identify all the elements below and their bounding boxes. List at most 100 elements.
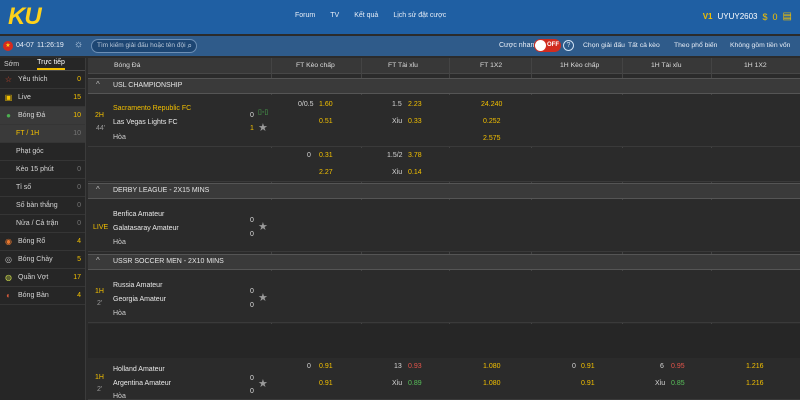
site-logo[interactable]: KU [8, 3, 42, 31]
hdp-line: 0/0.5 [298, 101, 314, 108]
col-1h-over-under: 1H Tài xỉu [651, 62, 682, 69]
x12-away-odds[interactable]: 0.252 [483, 118, 501, 125]
match-row [88, 95, 800, 147]
odds-format-dropdown[interactable]: Không gồm tiền vốn [730, 42, 790, 49]
alt-hdp-home-odds[interactable]: 0.31 [319, 152, 333, 159]
hdp-away-odds[interactable]: 0.91 [319, 380, 333, 387]
toggle-knob [535, 40, 546, 51]
collapse-icon[interactable]: ^ [96, 185, 100, 194]
hdp-away-odds[interactable]: 0.51 [319, 118, 333, 125]
h1-hdp-away-odds[interactable]: 0.91 [581, 380, 595, 387]
hdp-home-odds[interactable]: 1.60 [319, 101, 333, 108]
ou-over-odds[interactable]: 2.23 [408, 101, 422, 108]
alt-hdp-away-odds[interactable]: 2.27 [319, 169, 333, 176]
sort-popular-dropdown[interactable]: Theo phổ biến [674, 42, 717, 49]
sidebar-item-count: 4 [77, 238, 81, 245]
select-league-button[interactable]: Chọn giải đấu [583, 42, 625, 49]
sidebar-subitem-corners[interactable]: Phạt góc [0, 143, 85, 161]
home-score: 0 [250, 112, 254, 119]
col-sport: Bóng Đá [114, 62, 141, 69]
sidebar-item-live[interactable]: ▣ Live 15 [0, 89, 85, 107]
x12-draw-odds[interactable]: 2.575 [483, 135, 501, 142]
alt-ou-under-odds[interactable]: 0.14 [408, 169, 422, 176]
collapse-icon[interactable]: ^ [96, 80, 100, 89]
search-icon[interactable]: ⌕ [188, 41, 192, 51]
search-input[interactable]: Tìm kiếm giải đấu hoặc tên đội ⌕ [91, 39, 197, 53]
sidebar-item-favorites[interactable]: ☆ Yêu thích 0 [0, 71, 85, 89]
pingpong-icon: ◐ [6, 291, 11, 300]
sidebar-item-label: Bóng Bàn [18, 292, 49, 299]
sidebar-item-label: Bóng Rổ [18, 238, 46, 245]
hdp-home-odds[interactable]: 0.91 [319, 363, 333, 370]
league-header[interactable]: ^ USSR SOCCER MEN - 2X10 MINS [88, 254, 800, 270]
collapse-icon[interactable]: ^ [96, 256, 100, 265]
h1-x12-home-odds[interactable]: 1.216 [746, 363, 764, 370]
alt-ou-under-label: Xỉu [392, 169, 403, 176]
nav-results[interactable]: Kết quả [354, 12, 378, 19]
col-ft-over-under: FT Tài xỉu [388, 62, 418, 69]
vietnam-flag-icon: ★ [3, 41, 13, 51]
ou-over-odds[interactable]: 0.93 [408, 363, 422, 370]
home-team[interactable]: Benfica Amateur [113, 211, 164, 218]
x12-away-odds[interactable]: 1.080 [483, 380, 501, 387]
quick-bet-toggle[interactable]: OFF [534, 39, 561, 52]
home-team[interactable]: Russia Amateur [113, 282, 162, 289]
sidebar-item-table-tennis[interactable]: ◐ Bóng Bàn 4 [0, 287, 85, 305]
league-header[interactable]: ^ USL CHAMPIONSHIP [88, 78, 800, 94]
league-header[interactable]: ^ DERBY LEAGUE - 2X15 MINS [88, 183, 800, 199]
away-team[interactable]: Georgia Amateur [113, 296, 166, 303]
home-team[interactable]: Sacramento Republic FC [113, 105, 191, 112]
away-score: 1 [250, 125, 254, 132]
sidebar-item-count: 4 [77, 292, 81, 299]
help-icon[interactable]: ? [563, 40, 574, 51]
ou-under-odds[interactable]: 0.33 [408, 118, 422, 125]
ou-under-odds[interactable]: 0.89 [408, 380, 422, 387]
sidebar-subitem-score[interactable]: Tỉ số 0 [0, 179, 85, 197]
match-period: LIVE [93, 224, 109, 231]
nav-bet-history[interactable]: Lịch sử đặt cược [393, 12, 446, 19]
account-area: V1 UYUY2603 $ 0 ▤ [703, 11, 792, 22]
gift-icon[interactable]: ▤ [783, 11, 792, 22]
favorite-star-icon[interactable]: ★ [258, 377, 268, 390]
tab-early[interactable]: Sớm [4, 61, 19, 70]
home-team[interactable]: Holland Amateur [113, 366, 165, 373]
tv-icon: ▣ [4, 93, 13, 102]
all-odds-dropdown[interactable]: Tất cả kèo [628, 42, 660, 49]
away-team[interactable]: Argentina Amateur [113, 380, 171, 387]
x12-home-odds[interactable]: 1.080 [483, 363, 501, 370]
live-stats-icon[interactable]: ▯◦▯ [258, 108, 268, 116]
tab-live[interactable]: Trực tiếp [37, 59, 65, 70]
h1-x12-away-odds[interactable]: 1.216 [746, 380, 764, 387]
alt-ou-over-odds[interactable]: 3.78 [408, 152, 422, 159]
h1-hdp-home-odds[interactable]: 0.91 [581, 363, 595, 370]
theme-toggle-icon[interactable]: ☼ [74, 39, 83, 50]
sidebar-item-baseball[interactable]: ◎ Bóng Chày 5 [0, 251, 85, 269]
favorite-star-icon[interactable]: ★ [258, 121, 268, 134]
username[interactable]: UYUY2603 [717, 12, 757, 21]
sidebar-subitem-goals[interactable]: Số bàn thắng 0 [0, 197, 85, 215]
favorite-star-icon[interactable]: ★ [258, 291, 268, 304]
sidebar-subitem-half-full[interactable]: Nửa / Cả trận 0 [0, 215, 85, 233]
sidebar-item-soccer[interactable]: ● Bóng Đá 10 [0, 107, 85, 125]
sidebar-subitem-15min[interactable]: Kèo 15 phút 0 [0, 161, 85, 179]
sidebar-item-tennis[interactable]: ◍ Quần Vợt 17 [0, 269, 85, 287]
h1-ou-over-odds[interactable]: 0.95 [671, 363, 685, 370]
draw-label: Hòa [113, 393, 126, 400]
match-alt-row [88, 148, 800, 182]
nav-tv[interactable]: TV [330, 12, 339, 19]
nav-forum[interactable]: Forum [295, 12, 315, 19]
favorite-star-icon[interactable]: ★ [258, 220, 268, 233]
away-team[interactable]: Las Vegas Lights FC [113, 119, 178, 126]
alt-ou-line: 1.5/2 [387, 152, 403, 159]
league-name: DERBY LEAGUE - 2X15 MINS [113, 187, 210, 194]
sidebar-subitem-ft-1h[interactable]: FT / 1H 10 [0, 125, 85, 143]
sidebar-item-count: 0 [77, 166, 81, 173]
h1-ou-under-odds[interactable]: 0.85 [671, 380, 685, 387]
away-team[interactable]: Galatasaray Amateur [113, 225, 179, 232]
match-period: 1H [95, 374, 104, 381]
x12-home-odds[interactable]: 24.240 [481, 101, 502, 108]
sidebar-item-label: Bóng Đá [18, 112, 46, 119]
sidebar-item-label: Bóng Chày [18, 256, 53, 263]
sidebar-item-label: FT / 1H [16, 130, 40, 137]
sidebar-item-basketball[interactable]: ◉ Bóng Rổ 4 [0, 233, 85, 251]
